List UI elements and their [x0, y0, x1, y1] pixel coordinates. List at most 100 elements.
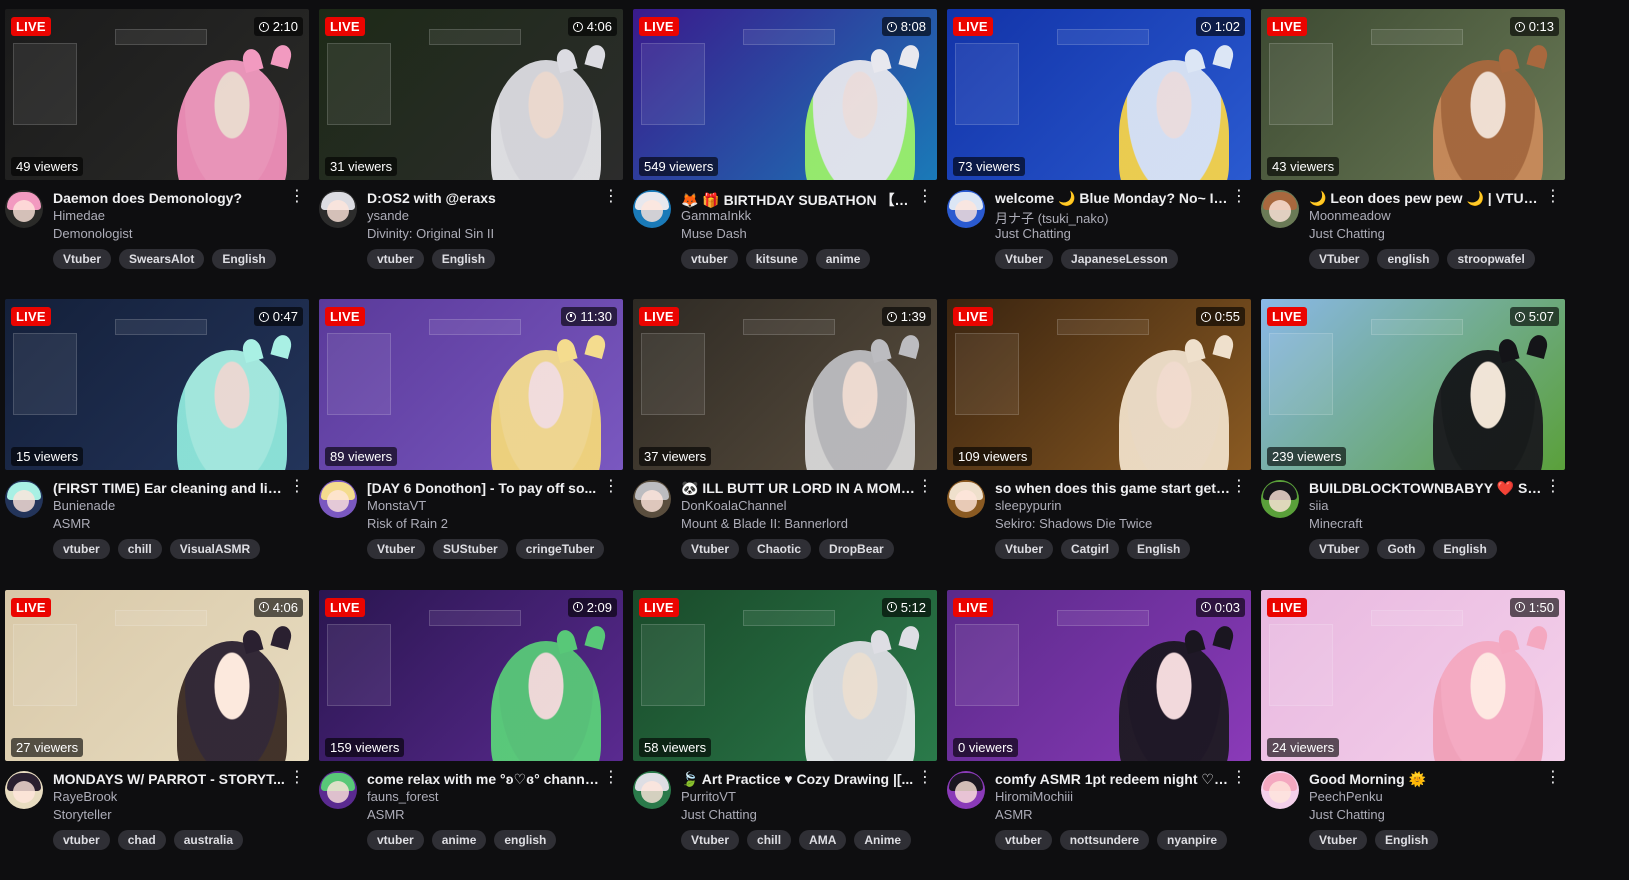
stream-card[interactable]: LIVE 0:55 109 viewers so when does this … — [947, 299, 1251, 582]
tag[interactable]: DropBear — [819, 539, 894, 560]
channel-name[interactable]: Himedae — [53, 208, 288, 223]
stream-thumbnail[interactable]: LIVE 8:08 549 viewers — [633, 9, 937, 180]
more-options-icon[interactable]: ⋮ — [917, 769, 933, 789]
stream-card[interactable]: LIVE 0:13 43 viewers 🌙 Leon does pew pew… — [1261, 9, 1565, 292]
more-options-icon[interactable]: ⋮ — [1231, 188, 1247, 208]
channel-name[interactable]: HiromiMochiii — [995, 789, 1230, 804]
category-name[interactable]: Minecraft — [1309, 516, 1544, 531]
tag[interactable]: chill — [117, 539, 162, 560]
stream-thumbnail[interactable]: LIVE 4:06 31 viewers — [319, 9, 623, 180]
tag[interactable]: Goth — [1377, 539, 1426, 560]
category-name[interactable]: Just Chatting — [1309, 807, 1544, 822]
stream-card[interactable]: LIVE 1:02 73 viewers welcome 🌙 Blue Mond… — [947, 9, 1251, 292]
stream-title[interactable]: 🍃 Art Practice ♥ Cozy Drawing |[... — [681, 771, 916, 788]
category-name[interactable]: Mount & Blade II: Bannerlord — [681, 516, 916, 531]
stream-title[interactable]: 🌙 Leon does pew pew 🌙 | VTUB... — [1309, 190, 1544, 207]
more-options-icon[interactable]: ⋮ — [289, 188, 305, 208]
channel-name[interactable]: GammaInkk — [681, 208, 916, 223]
stream-thumbnail[interactable]: LIVE 1:39 37 viewers — [633, 299, 937, 471]
avatar[interactable] — [319, 190, 357, 228]
avatar[interactable] — [1261, 770, 1299, 809]
stream-thumbnail[interactable]: LIVE 4:06 27 viewers — [5, 589, 309, 761]
avatar[interactable] — [319, 770, 357, 809]
stream-title[interactable]: so when does this game start gett... — [995, 480, 1230, 496]
avatar[interactable] — [633, 190, 671, 228]
stream-title[interactable]: BUILDBLOCKTOWNBABYY ❤️ Sia... — [1309, 480, 1544, 497]
category-name[interactable]: Sekiro: Shadows Die Twice — [995, 516, 1230, 531]
stream-title[interactable]: Daemon does Demonology? — [53, 190, 288, 206]
tag[interactable]: Vtuber — [681, 829, 740, 850]
stream-card[interactable]: LIVE 4:06 27 viewers MONDAYS W/ PARROT -… — [5, 589, 309, 873]
tag[interactable]: cringeTuber — [515, 539, 605, 560]
tag[interactable]: vtuber — [681, 249, 738, 269]
category-name[interactable]: Just Chatting — [1309, 226, 1544, 241]
tag[interactable]: anime — [431, 829, 487, 850]
category-name[interactable]: Just Chatting — [995, 226, 1230, 241]
tag[interactable]: English — [212, 249, 276, 269]
tag[interactable]: english — [494, 829, 557, 850]
tag[interactable]: Vtuber — [367, 539, 426, 560]
stream-thumbnail[interactable]: LIVE 2:10 49 viewers — [5, 9, 309, 180]
category-name[interactable]: Divinity: Original Sin II — [367, 226, 602, 241]
channel-name[interactable]: MonstaVT — [367, 498, 602, 513]
channel-name[interactable]: Moonmeadow — [1309, 208, 1544, 223]
stream-card[interactable]: LIVE 0:47 15 viewers (FIRST TIME) Ear cl… — [5, 299, 309, 582]
channel-name[interactable]: siia — [1309, 498, 1544, 513]
stream-card[interactable]: LIVE 0:03 0 viewers comfy ASMR 1pt redee… — [947, 589, 1251, 873]
channel-name[interactable]: RayeBrook — [53, 789, 288, 804]
tag[interactable]: Vtuber — [53, 249, 112, 269]
avatar[interactable] — [5, 480, 43, 519]
tag[interactable]: anime — [815, 249, 871, 269]
more-options-icon[interactable]: ⋮ — [1545, 769, 1561, 789]
channel-name[interactable]: ysande — [367, 208, 602, 223]
stream-card[interactable]: LIVE 2:09 159 viewers come relax with me… — [319, 589, 623, 873]
stream-card[interactable]: LIVE 2:10 49 viewers Daemon does Demonol… — [5, 9, 309, 292]
stream-card[interactable]: LIVE 11:30 89 viewers [DAY 6 Donothon] -… — [319, 299, 623, 582]
stream-card[interactable]: LIVE 5:07 239 viewers BUILDBLOCKTOWNBABY… — [1261, 299, 1565, 582]
avatar[interactable] — [947, 480, 985, 519]
tag[interactable]: Chaotic — [747, 539, 812, 560]
stream-card[interactable]: LIVE 5:12 58 viewers 🍃 Art Practice ♥ Co… — [633, 589, 937, 873]
avatar[interactable] — [947, 190, 985, 228]
stream-card[interactable]: LIVE 4:06 31 viewers D:OS2 with @eraxs ⋮… — [319, 9, 623, 292]
tag[interactable]: English — [431, 249, 496, 269]
stream-card[interactable]: LIVE 1:50 24 viewers Good Morning 🌞 ⋮ Pe… — [1261, 589, 1565, 873]
stream-title[interactable]: [DAY 6 Donothon] - To pay off so... — [367, 480, 602, 496]
tag[interactable]: VTuber — [1309, 539, 1370, 560]
avatar[interactable] — [5, 770, 43, 809]
channel-name[interactable]: 月ナ子 (tsuki_nako) — [995, 208, 1230, 227]
stream-thumbnail[interactable]: LIVE 0:55 109 viewers — [947, 299, 1251, 471]
stream-title[interactable]: comfy ASMR 1pt redeem night ♡ !t... — [995, 771, 1230, 788]
tag[interactable]: Vtuber — [995, 539, 1054, 560]
stream-title[interactable]: 🐼 ILL BUTT UR LORD IN A MOME... — [681, 480, 916, 497]
more-options-icon[interactable]: ⋮ — [1545, 478, 1561, 498]
category-name[interactable]: Just Chatting — [681, 807, 916, 822]
channel-name[interactable]: PurritoVT — [681, 789, 916, 804]
more-options-icon[interactable]: ⋮ — [603, 478, 619, 498]
channel-name[interactable]: fauns_forest — [367, 789, 602, 804]
avatar[interactable] — [5, 190, 43, 228]
stream-thumbnail[interactable]: LIVE 5:12 58 viewers — [633, 589, 937, 761]
category-name[interactable]: ASMR — [367, 807, 602, 822]
stream-title[interactable]: welcome 🌙 Blue Monday? No~ It'... — [995, 190, 1230, 207]
more-options-icon[interactable]: ⋮ — [1545, 188, 1561, 208]
more-options-icon[interactable]: ⋮ — [917, 478, 933, 498]
more-options-icon[interactable]: ⋮ — [1231, 769, 1247, 789]
more-options-icon[interactable]: ⋮ — [603, 188, 619, 208]
tag[interactable]: Catgirl — [1061, 539, 1120, 560]
more-options-icon[interactable]: ⋮ — [603, 769, 619, 789]
tag[interactable]: English — [1433, 539, 1497, 560]
tag[interactable]: SwearsAlot — [119, 249, 205, 269]
stream-title[interactable]: Good Morning 🌞 — [1309, 771, 1544, 788]
tag[interactable]: nottsundere — [1059, 829, 1150, 850]
category-name[interactable]: Demonologist — [53, 226, 288, 241]
stream-thumbnail[interactable]: LIVE 1:50 24 viewers — [1261, 589, 1565, 761]
tag[interactable]: nyanpire — [1157, 829, 1228, 850]
tag[interactable]: vtuber — [53, 539, 110, 560]
tag[interactable]: English — [1127, 539, 1191, 560]
tag[interactable]: stroopwafel — [1447, 249, 1535, 269]
stream-title[interactable]: come relax with me °ʚ♡ɞ° channel... — [367, 771, 602, 788]
category-name[interactable]: Storyteller — [53, 807, 288, 822]
tag[interactable]: english — [1377, 249, 1440, 269]
tag[interactable]: kitsune — [745, 249, 808, 269]
